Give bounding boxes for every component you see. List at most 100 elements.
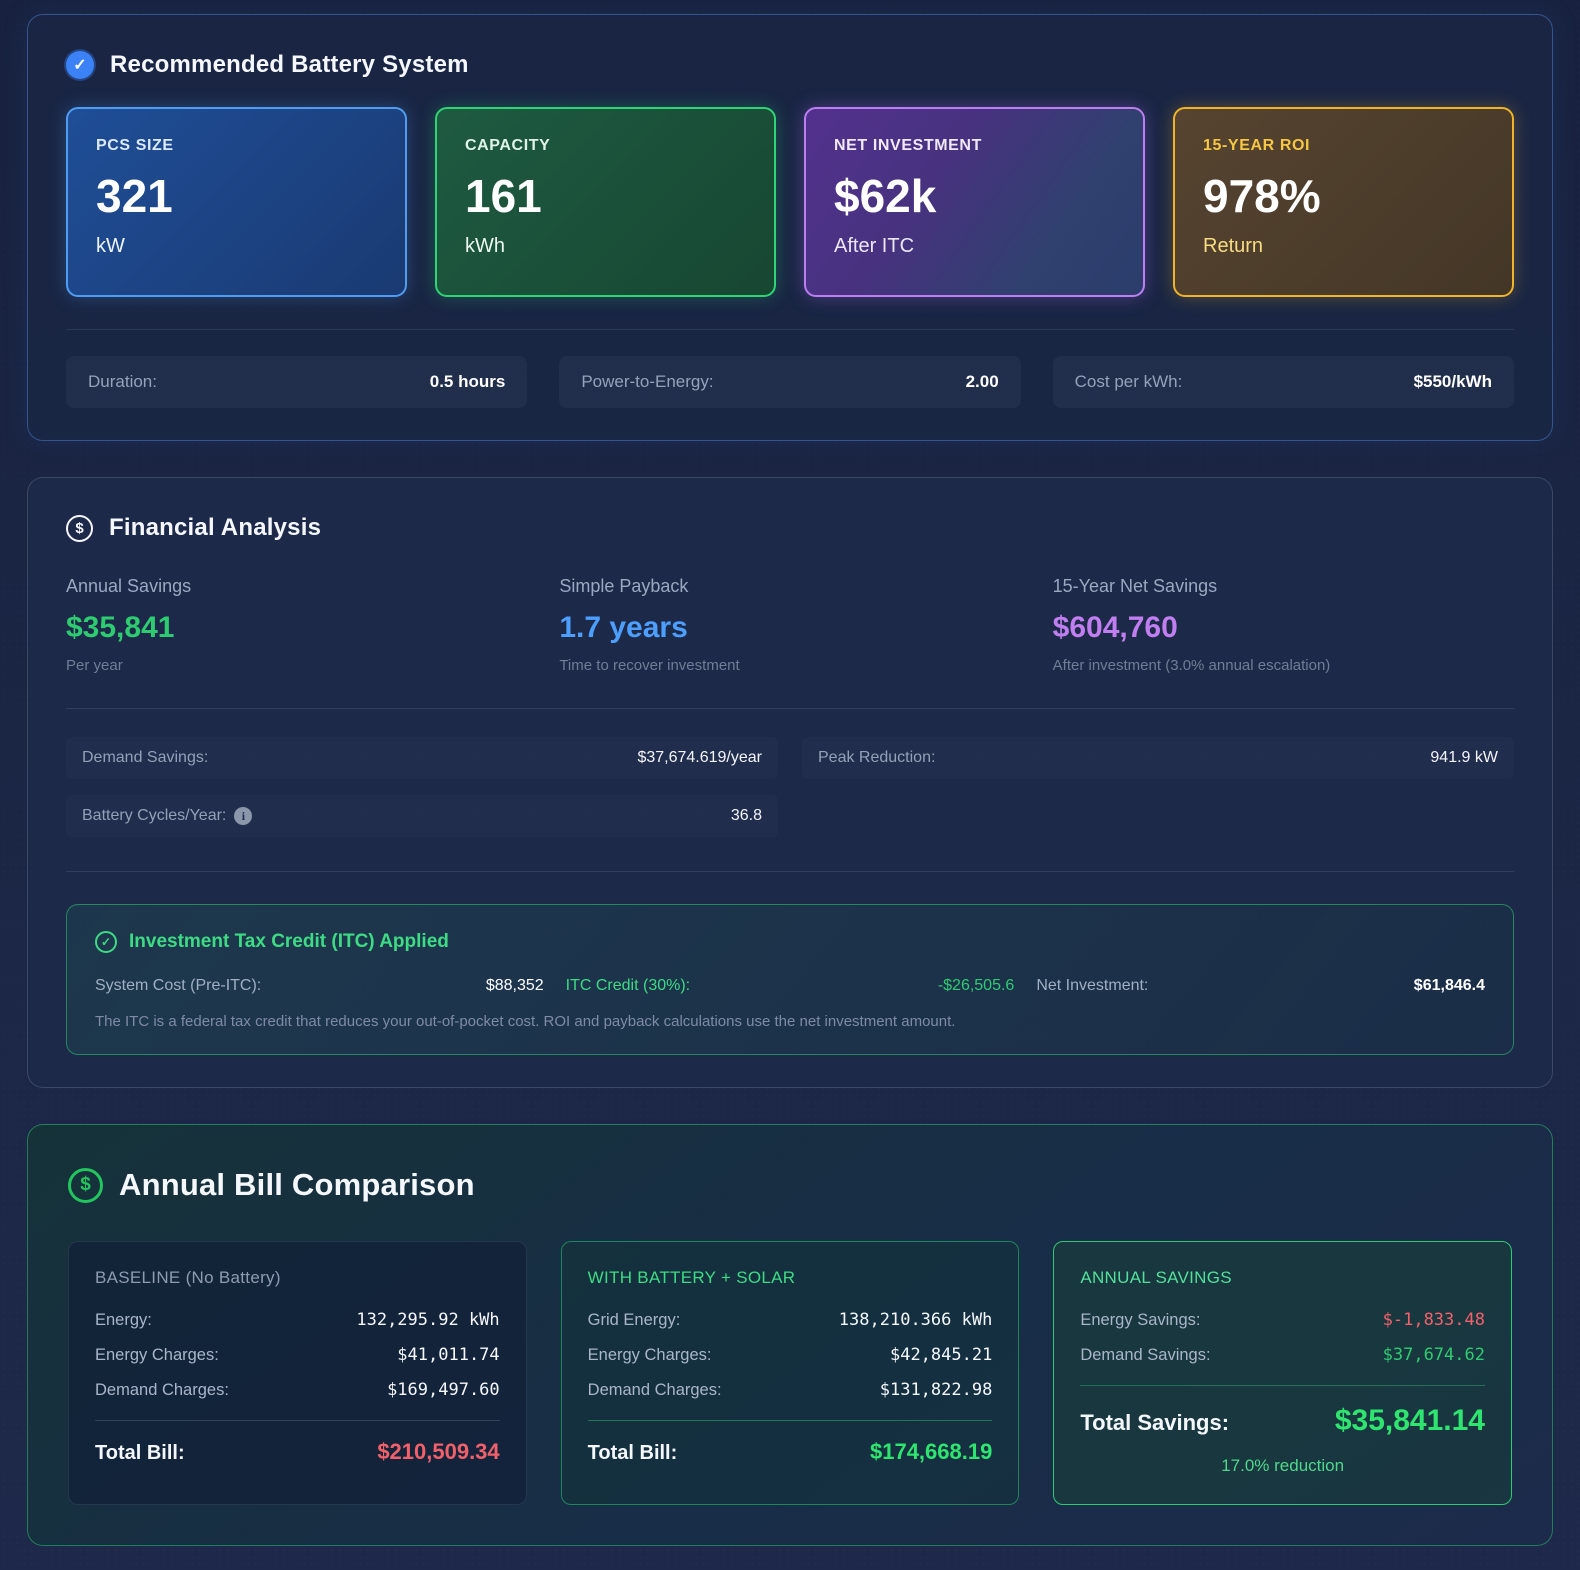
with-battery-total-row: Total Bill: $174,668.19 [588,1439,993,1465]
net-savings-value: $604,760 [1053,611,1514,645]
baseline-total-label: Total Bill: [95,1442,185,1465]
annual-savings-value: $35,841 [66,611,527,645]
peak-reduction-label: Peak Reduction: [818,749,935,767]
financial-divider-top [66,708,1514,709]
net-investment-card: NET INVESTMENT $62k After ITC [804,107,1145,297]
baseline-energy-charges-value: $41,011.74 [397,1345,499,1365]
with-battery-header: WITH BATTERY + SOLAR [588,1268,993,1288]
roi-value: 978% [1203,169,1484,223]
energy-savings-value: $-1,833.48 [1383,1310,1485,1330]
pcs-size-unit: kW [96,235,377,258]
dollar-circle-icon: $ [66,515,93,542]
capacity-card: CAPACITY 161 kWh [435,107,776,297]
with-battery-total-label: Total Bill: [588,1442,678,1465]
net-investment-label: NET INVESTMENT [834,137,1115,155]
with-battery-energy-charges-value: $42,845.21 [890,1345,992,1365]
bill-cards-row: BASELINE (No Battery) Energy: 132,295.92… [68,1241,1512,1505]
roi-unit: Return [1203,235,1484,258]
itc-net-investment-value: $61,846.4 [1414,977,1485,995]
baseline-energy-label: Energy: [95,1311,152,1330]
annual-savings-header: ANNUAL SAVINGS [1080,1268,1485,1288]
simple-payback-sub: Time to recover investment [559,657,1020,674]
capacity-label: CAPACITY [465,137,746,155]
baseline-energy-value: 132,295.92 kWh [356,1310,499,1330]
demand-savings-value: $37,674.619/year [637,749,762,767]
roi-card: 15-YEAR ROI 978% Return [1173,107,1514,297]
itc-header: ✓ Investment Tax Credit (ITC) Applied [95,931,1485,953]
baseline-demand-charges-value: $169,497.60 [387,1380,500,1400]
energy-savings-row: Energy Savings: $-1,833.48 [1080,1310,1485,1330]
itc-net-investment-label: Net Investment: [1036,977,1148,995]
system-stats-row: Duration: 0.5 hours Power-to-Energy: 2.0… [66,356,1514,408]
system-cost-label: System Cost (Pre-ITC): [95,977,261,995]
pcs-size-card: PCS SIZE 321 kW [66,107,407,297]
financial-header: $ Financial Analysis [66,514,1514,542]
net-investment-value: $62k [834,169,1115,223]
peak-reduction-value: 941.9 kW [1430,749,1498,767]
itc-credit-pair: ITC Credit (30%): -$26,505.6 [566,977,1015,995]
details-grid-spacer [802,795,1514,837]
baseline-bill-card: BASELINE (No Battery) Energy: 132,295.92… [68,1241,527,1505]
demand-savings-row-card: Demand Savings: $37,674.62 [1080,1345,1485,1365]
recommended-header: ✓ Recommended Battery System [66,51,1514,79]
baseline-demand-charges-label: Demand Charges: [95,1381,229,1400]
demand-savings-label: Demand Savings: [82,749,208,767]
with-battery-grid-energy-label: Grid Energy: [588,1311,681,1330]
annual-savings-sub: Per year [66,657,527,674]
recommended-title: Recommended Battery System [110,51,469,79]
baseline-header: BASELINE (No Battery) [95,1268,500,1288]
financial-divider-bottom [66,871,1514,872]
recommended-battery-section: ✓ Recommended Battery System PCS SIZE 32… [27,14,1553,441]
power-to-energy-label: Power-to-Energy: [581,372,713,392]
baseline-energy-row: Energy: 132,295.92 kWh [95,1310,500,1330]
with-battery-divider [588,1420,993,1421]
itc-credit-value: -$26,505.6 [938,977,1015,995]
capacity-unit: kWh [465,235,746,258]
simple-payback-metric: Simple Payback 1.7 years Time to recover… [559,576,1020,674]
check-circle-icon: ✓ [95,931,117,953]
total-savings-row: Total Savings: $35,841.14 [1080,1404,1485,1438]
system-cost-value: $88,352 [486,977,544,995]
battery-cycles-label-text: Battery Cycles/Year: [82,807,226,825]
itc-description: The ITC is a federal tax credit that red… [95,1013,1485,1030]
annual-savings-metric: Annual Savings $35,841 Per year [66,576,527,674]
verified-badge-icon: ✓ [66,51,94,79]
with-battery-demand-charges-label: Demand Charges: [588,1381,722,1400]
pcs-size-value: 321 [96,169,377,223]
roi-label: 15-YEAR ROI [1203,137,1484,155]
total-savings-label: Total Savings: [1080,1410,1229,1436]
power-to-energy-stat: Power-to-Energy: 2.00 [559,356,1020,408]
itc-credit-label: ITC Credit (30%): [566,977,690,995]
baseline-energy-charges-label: Energy Charges: [95,1346,219,1365]
financial-details-grid: Demand Savings: $37,674.619/year Peak Re… [66,737,1514,837]
with-battery-demand-charges-row: Demand Charges: $131,822.98 [588,1380,993,1400]
with-battery-energy-charges-row: Energy Charges: $42,845.21 [588,1345,993,1365]
bills-title: Annual Bill Comparison [119,1167,475,1203]
annual-savings-label: Annual Savings [66,576,527,597]
reduction-footnote: 17.0% reduction [1080,1456,1485,1476]
info-icon[interactable]: i [234,807,252,825]
baseline-total-value: $210,509.34 [377,1439,499,1465]
system-cost-pair: System Cost (Pre-ITC): $88,352 [95,977,544,995]
with-battery-grid-energy-value: 138,210.366 kWh [839,1310,993,1330]
annual-savings-card: ANNUAL SAVINGS Energy Savings: $-1,833.4… [1053,1241,1512,1505]
peak-reduction-row: Peak Reduction: 941.9 kW [802,737,1514,779]
duration-value: 0.5 hours [430,372,506,392]
demand-savings-card-label: Demand Savings: [1080,1346,1210,1365]
simple-payback-label: Simple Payback [559,576,1020,597]
simple-payback-value: 1.7 years [559,611,1020,645]
recommended-divider [66,329,1514,330]
cost-per-kwh-label: Cost per kWh: [1075,372,1183,392]
with-battery-grid-energy-row: Grid Energy: 138,210.366 kWh [588,1310,993,1330]
with-battery-energy-charges-label: Energy Charges: [588,1346,712,1365]
financial-analysis-section: $ Financial Analysis Annual Savings $35,… [27,477,1553,1088]
battery-cycles-label: Battery Cycles/Year: i [82,807,252,825]
battery-cycles-row: Battery Cycles/Year: i 36.8 [66,795,778,837]
with-battery-total-value: $174,668.19 [870,1439,992,1465]
dollar-circle-green-icon: $ [68,1168,103,1203]
itc-applied-box: ✓ Investment Tax Credit (ITC) Applied Sy… [66,904,1514,1055]
with-battery-demand-charges-value: $131,822.98 [880,1380,993,1400]
net-savings-metric: 15-Year Net Savings $604,760 After inves… [1053,576,1514,674]
itc-title: Investment Tax Credit (ITC) Applied [129,931,449,953]
baseline-demand-charges-row: Demand Charges: $169,497.60 [95,1380,500,1400]
